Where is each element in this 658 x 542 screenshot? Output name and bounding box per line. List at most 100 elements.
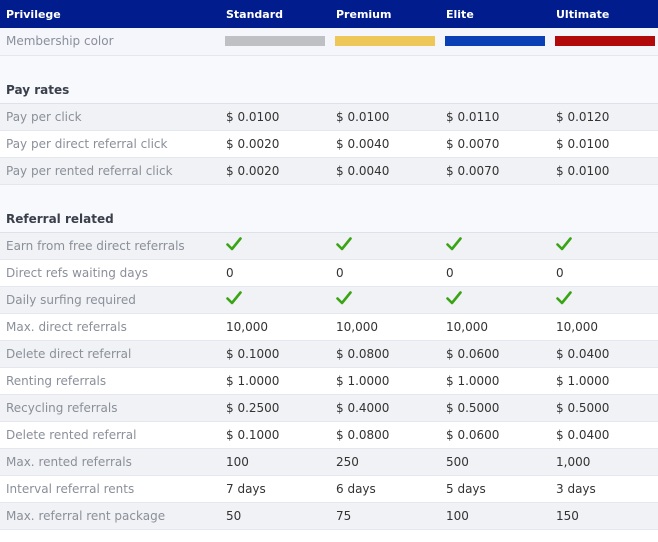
cell-value: 10,000 (330, 313, 440, 341)
row-label: Pay per rented referral click (0, 157, 220, 185)
header-premium: Premium (336, 7, 392, 21)
section-referral-related: Referral related (0, 206, 658, 233)
cell-value: 100 (220, 448, 330, 476)
cell-check (220, 286, 330, 314)
cell-value: $ 0.0800 (330, 421, 440, 449)
check-icon (336, 290, 352, 306)
table-row: Renting referrals $ 1.0000 $ 1.0000 $ 1.000… (0, 367, 658, 395)
cell-value: $ 0.0800 (330, 340, 440, 368)
section-pay-rates: Pay rates (0, 77, 658, 104)
header-privilege: Privilege (6, 7, 61, 21)
cell-value: $ 0.0100 (220, 103, 330, 131)
cell-value: $ 0.1000 (220, 340, 330, 368)
cell-value: $ 0.0020 (220, 157, 330, 185)
row-label: Pay per click (0, 103, 220, 131)
standard-color-swatch (225, 36, 325, 47)
row-label: Recycling referrals (0, 394, 220, 422)
check-icon (226, 290, 242, 306)
table-row: Pay per click $ 0.0100 $ 0.0100 $ 0.0110 $ 0… (0, 103, 658, 131)
cell-value: 7 days (220, 475, 330, 503)
cell-value: 10,000 (440, 313, 550, 341)
cell-value: 75 (330, 502, 440, 530)
cell-value: $ 0.4000 (330, 394, 440, 422)
table-row: Pay per direct referral click $ 0.0020 $ 0… (0, 130, 658, 158)
cell-value: $ 1.0000 (550, 367, 658, 395)
cell-value: $ 0.2500 (220, 394, 330, 422)
section-title: Referral related (0, 206, 658, 233)
cell-value: $ 0.0110 (440, 103, 550, 131)
table-row: Daily surfing required (0, 286, 658, 314)
row-label: Renting referrals (0, 367, 220, 395)
cell-value: 0 (220, 259, 330, 287)
cell-check (440, 232, 550, 260)
header-standard: Standard (226, 7, 284, 21)
cell-value: 10,000 (220, 313, 330, 341)
cell-value: $ 0.0600 (440, 421, 550, 449)
table-header-row: Privilege Standard Premium Elite Ultimat… (0, 0, 658, 28)
cell-value: 6 days (330, 475, 440, 503)
row-label: Delete direct referral (0, 340, 220, 368)
privileges-table: Privilege Standard Premium Elite Ultimat… (0, 0, 658, 530)
check-icon (336, 236, 352, 252)
table-row: Max. rented referrals 100 250 500 1,000 (0, 448, 658, 476)
row-label: Direct refs waiting days (0, 259, 220, 287)
table-row: Recycling referrals $ 0.2500 $ 0.4000 $ 0.5… (0, 394, 658, 422)
cell-value: 0 (440, 259, 550, 287)
premium-color-swatch (335, 36, 435, 47)
row-label: Max. referral rent package (0, 502, 220, 530)
cell-value: $ 1.0000 (220, 367, 330, 395)
cell-value: 1,000 (550, 448, 658, 476)
cell-value: 0 (550, 259, 658, 287)
cell-value: $ 0.0100 (550, 157, 658, 185)
cell-value: 0 (330, 259, 440, 287)
cell-value: 500 (440, 448, 550, 476)
table-row: Earn from free direct referrals (0, 232, 658, 260)
cell-value: $ 0.0400 (550, 421, 658, 449)
cell-value: $ 0.0020 (220, 130, 330, 158)
table-row: Delete rented referral $ 0.1000 $ 0.0800 $ … (0, 421, 658, 449)
cell-value: 250 (330, 448, 440, 476)
cell-value: $ 0.0100 (330, 103, 440, 131)
cell-value: 50 (220, 502, 330, 530)
table-row: Max. referral rent package 50 75 100 150 (0, 502, 658, 530)
cell-check (330, 286, 440, 314)
cell-value: 150 (550, 502, 658, 530)
check-icon (556, 236, 572, 252)
table-row: Delete direct referral $ 0.1000 $ 0.0800 $ … (0, 340, 658, 368)
row-label: Daily surfing required (0, 286, 220, 314)
row-label: Max. direct referrals (0, 313, 220, 341)
table-row: Direct refs waiting days 0 0 0 0 (0, 259, 658, 287)
check-icon (446, 236, 462, 252)
spacer-row (0, 184, 658, 206)
cell-value: $ 1.0000 (440, 367, 550, 395)
cell-value: $ 0.0100 (550, 130, 658, 158)
row-label: Max. rented referrals (0, 448, 220, 476)
cell-value: $ 0.0120 (550, 103, 658, 131)
cell-value: $ 0.0040 (330, 157, 440, 185)
cell-value: $ 0.5000 (550, 394, 658, 422)
membership-color-row: Membership color (0, 28, 658, 56)
cell-value: $ 1.0000 (330, 367, 440, 395)
table-row: Pay per rented referral click $ 0.0020 $ 0… (0, 157, 658, 185)
cell-value: $ 0.0070 (440, 157, 550, 185)
row-label: Interval referral rents (0, 475, 220, 503)
cell-check (550, 286, 658, 314)
cell-check (330, 232, 440, 260)
cell-value: 5 days (440, 475, 550, 503)
cell-value: $ 0.1000 (220, 421, 330, 449)
row-label: Pay per direct referral click (0, 130, 220, 158)
table-row: Max. direct referrals 10,000 10,000 10,000 1… (0, 313, 658, 341)
cell-check (220, 232, 330, 260)
cell-check (440, 286, 550, 314)
row-label: Membership color (0, 28, 220, 56)
spacer-row (0, 55, 658, 77)
cell-value: $ 0.5000 (440, 394, 550, 422)
elite-color-swatch (445, 36, 545, 47)
cell-value: $ 0.0400 (550, 340, 658, 368)
cell-value: 100 (440, 502, 550, 530)
cell-check (550, 232, 658, 260)
cell-value: $ 0.0070 (440, 130, 550, 158)
header-elite: Elite (446, 7, 474, 21)
cell-value: 10,000 (550, 313, 658, 341)
ultimate-color-swatch (555, 36, 655, 47)
